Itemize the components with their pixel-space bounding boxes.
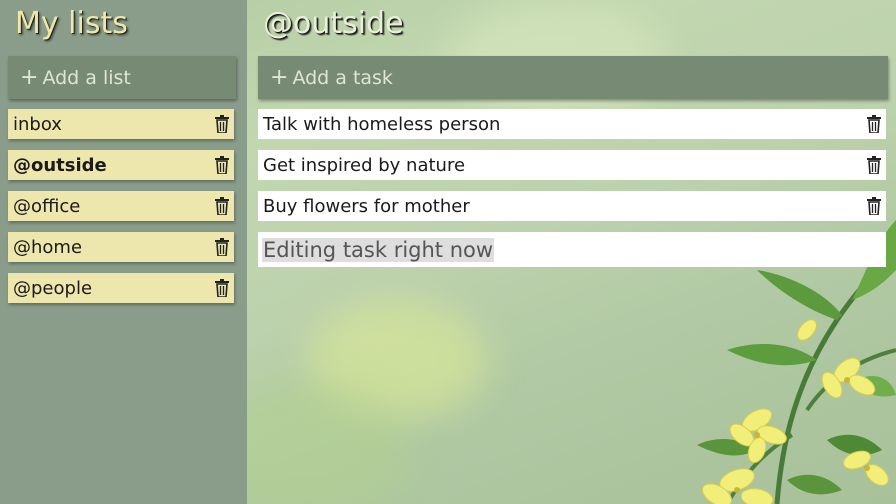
task-label: Get inspired by nature — [263, 154, 466, 176]
page-title: @outside — [263, 6, 404, 41]
add-list-placeholder: Add a list — [42, 66, 131, 89]
list-item-label: @outside — [13, 154, 107, 176]
add-task-input[interactable]: + Add a task — [258, 56, 888, 99]
main-panel: @outside + Add a task Talk with homeless… — [247, 0, 896, 504]
list-item-label: @office — [13, 195, 81, 217]
add-list-input[interactable]: + Add a list — [8, 56, 236, 99]
trash-icon[interactable] — [214, 279, 230, 297]
list-item-office[interactable]: @office — [8, 191, 234, 221]
task-label: Talk with homeless person — [263, 113, 501, 135]
list-item-label: @home — [13, 236, 83, 258]
add-task-placeholder: Add a task — [292, 66, 393, 89]
list-item-people[interactable]: @people — [8, 273, 234, 303]
task-label: Buy flowers for mother — [263, 195, 470, 217]
list-item-home[interactable]: @home — [8, 232, 234, 262]
task-edit-text[interactable]: Editing task right now — [262, 237, 495, 262]
lists-title: My lists — [15, 6, 128, 41]
trash-icon[interactable] — [866, 197, 882, 215]
list-item-label: @people — [13, 277, 93, 299]
task-edit-field[interactable]: Editing task right now — [258, 232, 886, 267]
trash-icon[interactable] — [866, 115, 882, 133]
plus-icon: + — [270, 64, 289, 90]
task-item[interactable]: Buy flowers for mother — [258, 191, 886, 221]
list-item-label: inbox — [13, 113, 62, 135]
trash-icon[interactable] — [214, 197, 230, 215]
trash-icon[interactable] — [214, 238, 230, 256]
trash-icon[interactable] — [214, 115, 230, 133]
plus-icon: + — [20, 64, 39, 90]
flower-background-image — [697, 220, 896, 504]
trash-icon[interactable] — [214, 156, 230, 174]
list-item-inbox[interactable]: inbox — [8, 109, 234, 139]
list-item-outside[interactable]: @outside — [8, 150, 234, 180]
sidebar: My lists + Add a list inbox @outside @of… — [0, 0, 247, 504]
task-item[interactable]: Get inspired by nature — [258, 150, 886, 180]
trash-icon[interactable] — [866, 156, 882, 174]
task-item[interactable]: Talk with homeless person — [258, 109, 886, 139]
